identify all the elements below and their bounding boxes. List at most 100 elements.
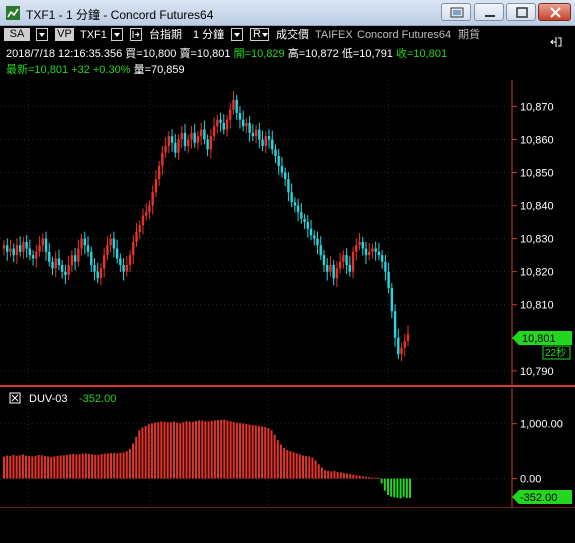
indicator-bar [279,444,282,479]
countdown-tag: 22秒 [542,345,571,360]
indicator-bar [286,450,289,479]
indicator-bar [81,453,84,479]
indicator-bar [110,453,113,479]
indicator-bar [84,453,87,479]
indicator-bar [320,467,323,479]
indicator-bar [3,456,5,479]
candle-body [393,311,397,338]
candle-body [348,265,352,272]
indicator-bar [336,471,339,479]
indicator-bar [402,478,405,497]
indicator-bar [154,422,157,479]
candle-body [167,136,171,147]
candle-body [141,215,145,226]
candle-body [254,129,258,137]
indicator-name: DUV-03 [29,393,68,405]
indicator-bar [245,423,248,479]
indicator-bar [128,448,131,479]
countdown: 22秒 [545,346,566,359]
indicator-bar [43,456,46,479]
candle-body [390,288,394,312]
time-axis [0,508,575,543]
chart-area[interactable]: 09:0010:0011:0012:0010,87010,86010,85010… [0,0,575,543]
indicator-bar [91,454,94,479]
indicator-bar [352,474,355,479]
indicator-bar [349,474,352,479]
current-price: 10,801 [522,333,556,345]
indicator-bar [301,455,304,479]
candle-body [148,205,151,213]
indicator-bar [56,455,59,479]
candle-body [296,205,300,213]
candle-body [96,271,99,279]
candle-body [15,245,19,256]
candle-body [316,238,319,246]
indicator-bar [182,422,185,479]
candle-body [238,113,242,120]
candle-body [303,218,306,223]
candle-body [300,212,303,219]
candle-body [77,248,80,262]
indicator-bar [15,455,18,479]
candle-body [125,265,129,272]
indicator-bar [75,454,78,479]
indicator-bar [6,455,9,479]
candle-body [397,337,400,355]
indicator-bar [242,423,245,479]
candle-body [51,261,54,269]
indicator-current-label: -352.00 [520,492,557,504]
candle-body [9,248,12,252]
indicator-bar [87,453,90,479]
indicator-bar [97,454,100,479]
indicator-header: DUV-03 -352.00 [9,392,116,405]
candle-body [6,245,9,252]
candle-body [371,248,374,252]
candle-body [122,265,125,272]
indicator-bar [396,478,399,498]
candle-body [64,271,67,275]
candle-body [261,139,264,147]
candle-body [161,152,164,166]
indicator-bar [364,476,367,479]
indicator-bar [172,421,175,479]
indicator-bar [62,455,65,479]
candle-body [313,235,316,239]
candle-body [209,136,213,150]
candle-body [138,225,141,232]
indicator-bar [311,457,314,479]
price-tick-label: 10,830 [520,234,554,246]
candle-body [70,255,74,266]
candles [2,90,410,362]
candle-body [222,122,225,130]
candle-body [38,245,41,252]
candle-body [306,222,310,229]
indicator-bar [342,473,345,479]
candle-body [251,132,255,137]
price-tick-label: 10,860 [520,134,554,146]
candle-body [41,238,44,246]
indicator-bar [141,427,144,479]
indicator-bar [198,420,201,479]
candle-body [128,255,132,266]
indicator-bar [147,424,150,479]
candle-body [377,251,381,256]
indicator-bar [138,430,141,479]
app-window: TXF1 - 1 分鐘 - Concord Futures64 SA VP TX… [0,0,575,543]
candle-body [258,129,261,140]
candle-body [225,119,229,130]
indicator-bar [34,455,37,479]
indicator-value: -352.00 [79,393,116,405]
indicator-bar [371,477,374,479]
candle-body [283,172,287,180]
candle-body [154,179,158,193]
indicator-bar [144,425,147,479]
indicator-bar [409,478,411,498]
indicator-bar [308,456,311,479]
candle-body [190,132,193,140]
indicator-bar [377,478,380,480]
indicator-bar [264,427,267,479]
indicator-bar [251,425,254,479]
indicator-bar [257,425,260,479]
candle-body [132,241,135,256]
indicator-bar [399,478,402,499]
